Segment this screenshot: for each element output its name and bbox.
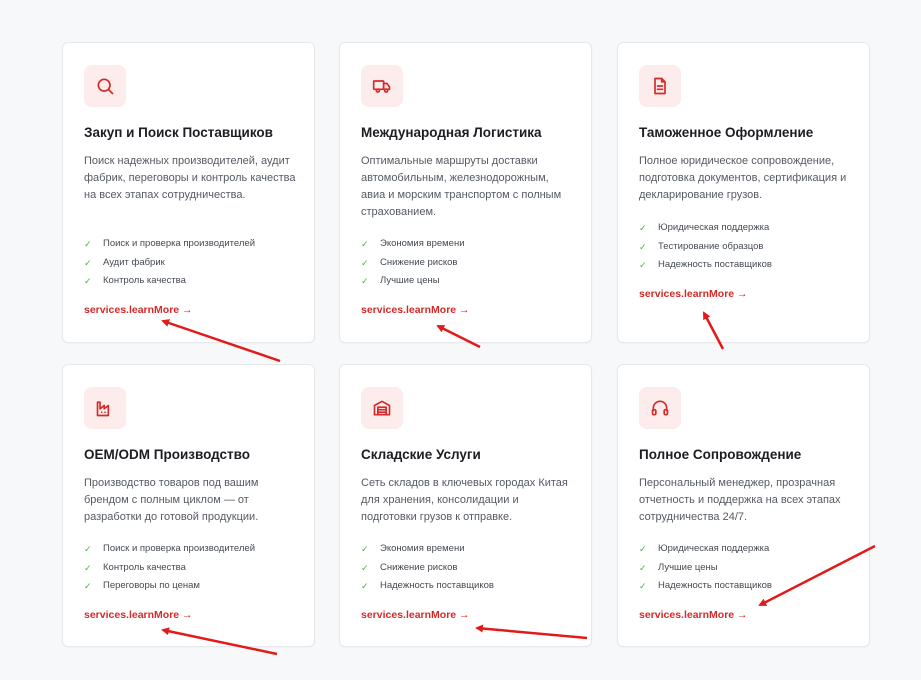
feature-item: ✓ Экономия времени xyxy=(361,235,465,254)
feature-label: Лучшие цены xyxy=(658,561,718,573)
truck-icon xyxy=(361,65,403,107)
feature-label: Экономия времени xyxy=(380,543,465,554)
card-title: Международная Логистика xyxy=(361,125,542,140)
feature-item: ✓ Надежность поставщиков xyxy=(361,577,494,596)
feature-item: ✓ Экономия времени xyxy=(361,540,494,559)
feature-label: Аудит фабрик xyxy=(103,256,165,268)
feature-label: Поиск и проверка производителей xyxy=(103,543,255,554)
card-description: Оптимальные маршруты доставки автомобиль… xyxy=(361,155,562,218)
feature-label: Снижение рисков xyxy=(380,256,458,268)
headphones-icon xyxy=(639,387,681,429)
feature-label: Юридическая поддержка xyxy=(658,222,770,233)
feature-label: Контроль качества xyxy=(103,275,186,287)
feature-item: ✓ Поиск и проверка производителей xyxy=(84,235,255,254)
card-description: Поиск надежных производителей, аудит фаб… xyxy=(84,155,296,201)
card-title: Закуп и Поиск Поставщиков xyxy=(84,125,273,140)
check-icon: ✓ xyxy=(639,544,647,554)
warehouse-icon xyxy=(361,387,403,429)
check-icon: ✓ xyxy=(361,276,369,287)
check-icon: ✓ xyxy=(361,239,369,249)
check-icon: ✓ xyxy=(639,581,647,592)
feature-label: Контроль качества xyxy=(103,561,186,573)
learn-more-link[interactable]: services.learnMore → xyxy=(84,304,193,316)
service-card-customs: Таможенное Оформление Полное юридическое… xyxy=(617,42,870,343)
feature-item: ✓ Юридическая поддержка xyxy=(639,540,772,559)
feature-list: ✓ Юридическая поддержка ✓ Лучшие цены ✓ Над… xyxy=(639,540,772,596)
check-icon: ✓ xyxy=(361,562,369,573)
service-card-warehouse: Складские Услуги Сеть складов в ключевых… xyxy=(339,364,592,647)
service-card-logistics: Международная Логистика Оптимальные марш… xyxy=(339,42,592,343)
service-card-sourcing: Закуп и Поиск Поставщиков Поиск надежных… xyxy=(62,42,315,343)
feature-item: ✓ Лучшие цены xyxy=(639,559,772,578)
feature-item: ✓ Надежность поставщиков xyxy=(639,577,772,596)
learn-more-link[interactable]: services.learnMore → xyxy=(84,609,193,621)
check-icon: ✓ xyxy=(639,260,647,271)
feature-item: ✓ Снижение рисков xyxy=(361,559,494,578)
feature-item: ✓ Лучшие цены xyxy=(361,272,465,291)
card-description: Производство товаров под вашим брендом с… xyxy=(84,477,259,523)
learn-more-link[interactable]: services.learnMore → xyxy=(639,288,748,300)
feature-item: ✓ Переговоры по ценам xyxy=(84,577,255,596)
service-card-support: Полное Сопровождение Персональный менедж… xyxy=(617,364,870,647)
feature-item: ✓ Поиск и проверка производителей xyxy=(84,540,255,559)
feature-item: ✓ Аудит фабрик xyxy=(84,254,255,273)
feature-label: Экономия времени xyxy=(380,238,465,249)
feature-list: ✓ Поиск и проверка производителей ✓ Аудит … xyxy=(84,235,255,291)
feature-item: ✓ Надежность поставщиков xyxy=(639,256,772,275)
feature-item: ✓ Снижение рисков xyxy=(361,254,465,273)
feature-item: ✓ Контроль качества xyxy=(84,272,255,291)
check-icon: ✓ xyxy=(639,223,647,233)
check-icon: ✓ xyxy=(639,562,647,573)
feature-label: Надежность поставщиков xyxy=(658,580,772,592)
feature-list: ✓ Юридическая поддержка ✓ Тестирование обр… xyxy=(639,219,772,275)
card-title: Полное Сопровождение xyxy=(639,447,802,462)
check-icon: ✓ xyxy=(639,241,647,252)
feature-label: Надежность поставщиков xyxy=(380,580,494,592)
check-icon: ✓ xyxy=(84,562,92,573)
card-title: Таможенное Оформление xyxy=(639,125,814,140)
feature-item: ✓ Тестирование образцов xyxy=(639,238,772,257)
feature-list: ✓ Экономия времени ✓ Снижение рисков ✓ Наде… xyxy=(361,540,494,596)
check-icon: ✓ xyxy=(361,581,369,592)
feature-label: Переговоры по ценам xyxy=(103,580,200,592)
factory-icon xyxy=(84,387,126,429)
feature-label: Юридическая поддержка xyxy=(658,543,770,554)
document-icon xyxy=(639,65,681,107)
check-icon: ✓ xyxy=(361,257,369,268)
feature-item: ✓ Контроль качества xyxy=(84,559,255,578)
feature-list: ✓ Экономия времени ✓ Снижение рисков ✓ Лучш… xyxy=(361,235,465,291)
learn-more-link[interactable]: services.learnMore → xyxy=(361,304,470,316)
feature-label: Лучшие цены xyxy=(380,275,440,287)
check-icon: ✓ xyxy=(361,544,369,554)
check-icon: ✓ xyxy=(84,239,92,249)
feature-label: Тестирование образцов xyxy=(658,240,764,252)
card-description: Сеть складов в ключевых городах Китая дл… xyxy=(361,477,568,523)
feature-label: Поиск и проверка производителей xyxy=(103,238,255,249)
card-title: Складские Услуги xyxy=(361,447,481,462)
check-icon: ✓ xyxy=(84,257,92,268)
search-icon xyxy=(84,65,126,107)
feature-label: Надежность поставщиков xyxy=(658,259,772,271)
learn-more-link[interactable]: services.learnMore → xyxy=(361,609,470,621)
card-description: Полное юридическое сопровождение, подгот… xyxy=(639,155,847,201)
feature-item: ✓ Юридическая поддержка xyxy=(639,219,772,238)
card-title: OEM/ODM Производство xyxy=(84,447,251,462)
learn-more-link[interactable]: services.learnMore → xyxy=(639,609,748,621)
feature-label: Снижение рисков xyxy=(380,561,458,573)
check-icon: ✓ xyxy=(84,544,92,554)
check-icon: ✓ xyxy=(84,581,92,592)
service-card-oem: OEM/ODM Производство Производство товаро… xyxy=(62,364,315,647)
feature-list: ✓ Поиск и проверка производителей ✓ Контро… xyxy=(84,540,255,596)
check-icon: ✓ xyxy=(84,276,92,287)
card-description: Персональный менеджер, прозрачная отчетн… xyxy=(639,477,841,523)
